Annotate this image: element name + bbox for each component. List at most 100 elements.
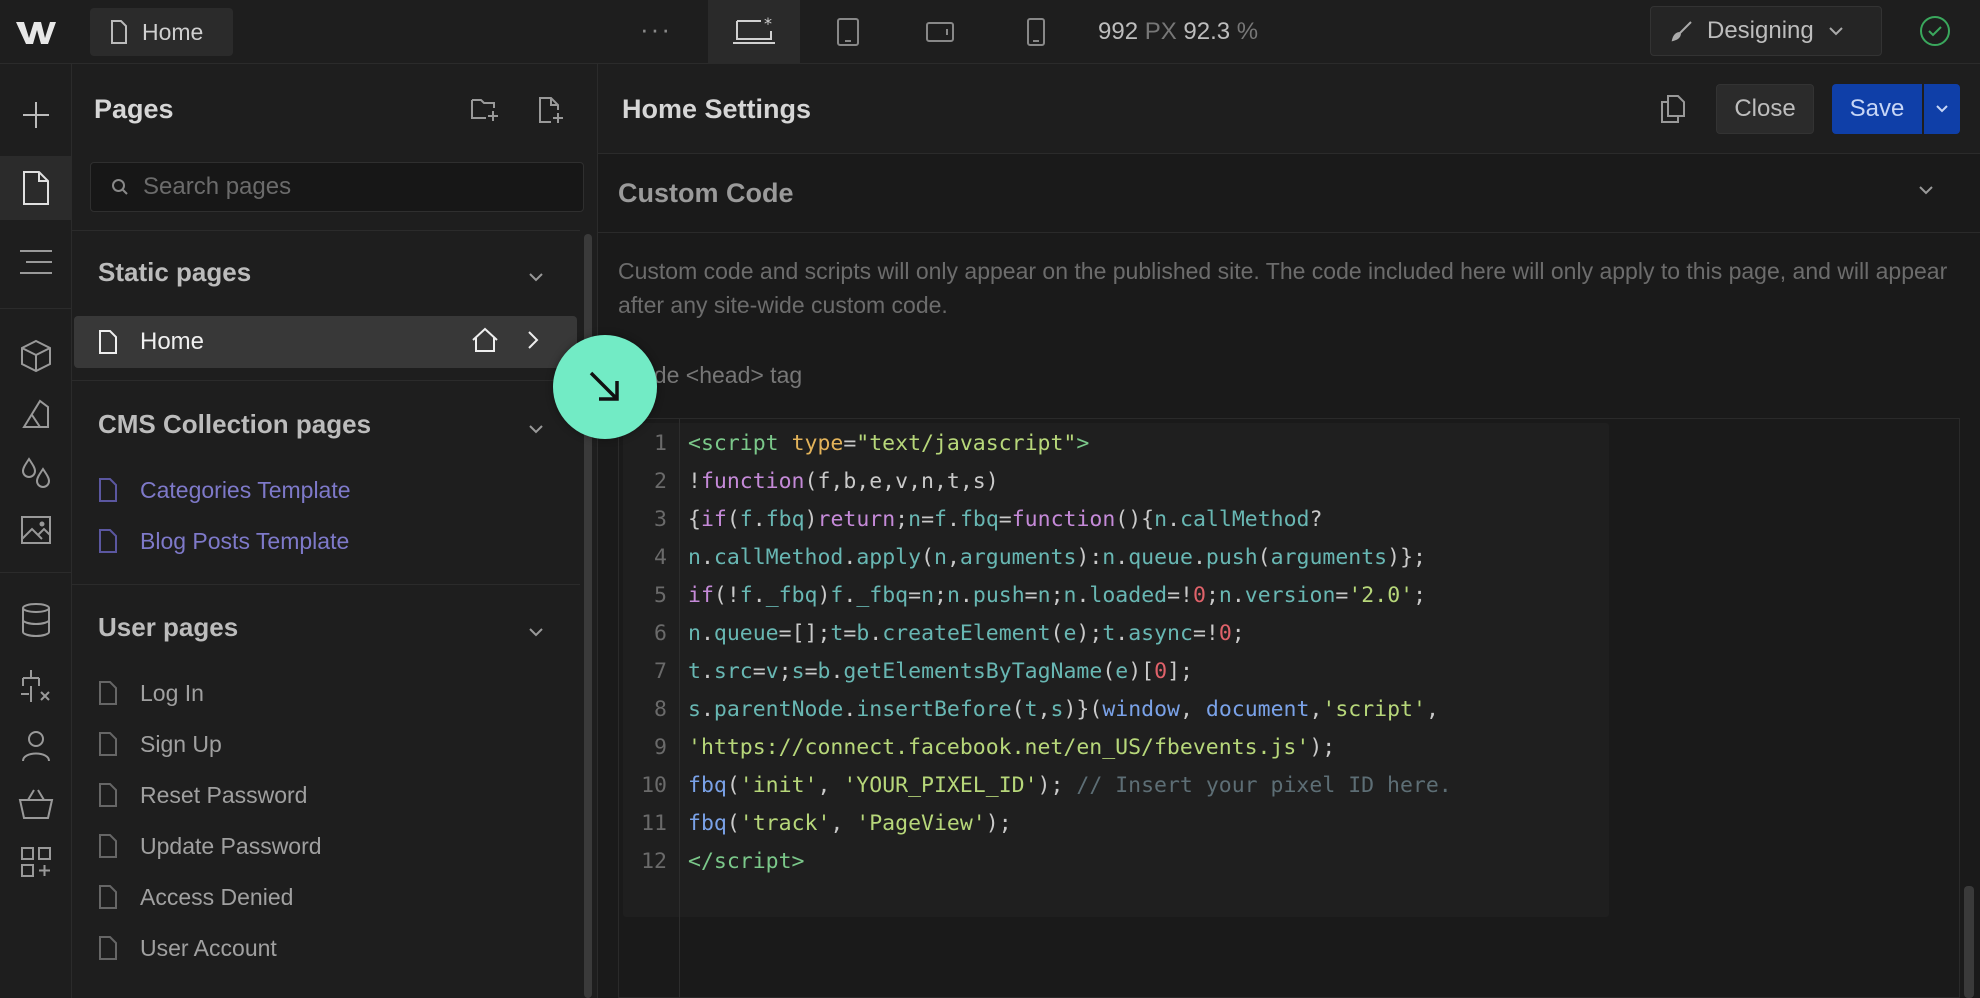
page-item-reset-password[interactable]: Reset Password — [98, 777, 307, 813]
page-icon — [99, 732, 117, 756]
code-line: 10 fbq('init', 'YOUR_PIXEL_ID'); // Inser… — [619, 767, 1619, 805]
svg-text:*: * — [764, 15, 772, 33]
users-button[interactable] — [0, 714, 72, 778]
code-line: 9 'https://connect.facebook.net/en_US/fbe… — [619, 729, 1619, 767]
page-item-sign-up[interactable]: Sign Up — [98, 726, 222, 762]
page-item-label: Reset Password — [140, 781, 308, 808]
panel-divider — [72, 584, 580, 585]
code-text: {if(f.fbq)return;n=f.fbq=function(){n.ca… — [688, 507, 1323, 532]
page-item-log-in[interactable]: Log In — [98, 675, 204, 711]
page-item-user-account[interactable]: User Account — [98, 930, 277, 966]
navigator-button[interactable] — [0, 230, 72, 294]
assets-button[interactable] — [0, 498, 72, 562]
page-item-label: Blog Posts Template — [140, 527, 350, 554]
head-code-editor[interactable]: 1 <script type="text/javascript"> 2 !functi… — [618, 418, 1960, 998]
breakpoint-tablet-button[interactable] — [820, 0, 876, 64]
code-line: 5 if(!f._fbq)f._fbq=n;n.push=n;n.loaded=!… — [619, 577, 1619, 615]
more-options-button[interactable]: ··· — [640, 14, 672, 45]
page-item-blog-posts-template[interactable]: Blog Posts Template — [98, 523, 349, 559]
chevron-right-icon[interactable] — [526, 329, 540, 358]
rail-divider — [0, 308, 72, 309]
components-button[interactable] — [0, 324, 72, 388]
logic-icon — [21, 670, 50, 702]
line-number: 8 — [654, 697, 667, 722]
settings-header: Home Settings Close Save — [598, 64, 1980, 154]
search-pages-field[interactable] — [90, 162, 584, 212]
cms-button[interactable] — [0, 588, 72, 652]
folder-plus-icon — [471, 99, 498, 121]
code-text: s.parentNode.insertBefore(t,s)}(window, … — [688, 697, 1439, 722]
create-page-button[interactable] — [538, 96, 564, 129]
page-item-access-denied[interactable]: Access Denied — [98, 879, 293, 915]
pages-panel-title: Pages — [94, 94, 174, 124]
save-button[interactable]: Save — [1832, 84, 1922, 134]
page-tab-label: Home — [142, 18, 204, 45]
ecommerce-button[interactable] — [0, 772, 72, 836]
custom-code-heading[interactable]: Custom Code — [618, 178, 794, 209]
webflow-logo-icon[interactable] — [14, 16, 58, 48]
breakpoint-desktop-button[interactable]: * — [708, 0, 800, 64]
page-icon — [99, 834, 117, 858]
page-item-label: Access Denied — [140, 883, 294, 910]
section-divider — [598, 232, 1980, 233]
publish-status-check-icon[interactable] — [1920, 16, 1950, 46]
code-text: n.callMethod.apply(n,arguments):n.queue.… — [688, 545, 1426, 570]
add-elements-button[interactable] — [0, 83, 72, 147]
close-button[interactable]: Close — [1716, 84, 1814, 134]
page-icon — [99, 783, 117, 807]
create-folder-button[interactable] — [470, 96, 500, 127]
duplicate-page-button[interactable] — [1660, 94, 1686, 129]
image-icon — [21, 516, 51, 544]
chevron-down-icon[interactable] — [1918, 182, 1934, 200]
navigator-icon — [20, 250, 52, 274]
line-number: 12 — [641, 849, 667, 874]
canvas-width-unit: PX — [1144, 18, 1177, 45]
user-pages-heading[interactable]: User pages — [98, 612, 238, 643]
code-text: n.queue=[];t=b.createElement(e);t.async=… — [688, 621, 1245, 646]
code-text: if(!f._fbq)f._fbq=n;n.push=n;n.loaded=!0… — [688, 583, 1427, 608]
line-number: 9 — [654, 735, 667, 760]
chevron-down-icon — [1936, 105, 1948, 113]
page-icon — [99, 478, 117, 502]
canvas-width-value: 992 — [1098, 18, 1139, 45]
canvas-size-readout[interactable]: 992 PX 92.3 % — [1098, 18, 1258, 46]
page-item-home[interactable]: Home — [74, 316, 577, 368]
pages-button[interactable] — [0, 156, 72, 220]
line-number: 3 — [654, 507, 667, 532]
variables-button[interactable] — [0, 440, 72, 504]
chevron-down-icon[interactable] — [528, 624, 544, 642]
save-options-button[interactable] — [1924, 84, 1960, 134]
line-number: 7 — [654, 659, 667, 684]
user-icon — [22, 731, 50, 762]
logic-button[interactable] — [0, 654, 72, 718]
brush-icon — [1671, 21, 1692, 42]
chevron-down-icon[interactable] — [528, 421, 544, 439]
code-text: !function(f,b,e,v,n,t,s) — [688, 469, 999, 494]
apps-button[interactable] — [0, 830, 72, 894]
style-selector-button[interactable] — [0, 382, 72, 446]
page-settings-panel: Home Settings Close Save Custom Code Cus… — [598, 64, 1980, 998]
breakpoint-mobile-portrait-button[interactable] — [1008, 0, 1064, 64]
cube-icon — [21, 339, 51, 373]
page-item-categories-template[interactable]: Categories Template — [98, 472, 351, 508]
cms-pages-heading[interactable]: CMS Collection pages — [98, 409, 371, 440]
duplicate-icon — [1661, 95, 1685, 123]
code-line: 7 t.src=v;s=b.getElementsByTagName(e)[0]; — [619, 653, 1619, 691]
search-pages-input[interactable] — [143, 173, 563, 201]
chevron-down-icon[interactable] — [528, 269, 544, 287]
rail-divider — [0, 572, 72, 573]
page-item-update-password[interactable]: Update Password — [98, 828, 322, 864]
plus-icon — [23, 102, 49, 128]
code-line: 3 {if(f.fbq)return;n=f.fbq=function(){n.c… — [619, 501, 1619, 539]
static-pages-heading[interactable]: Static pages — [98, 257, 251, 288]
breakpoint-mobile-landscape-button[interactable] — [912, 0, 968, 64]
zoom-value: 92.3 — [1183, 18, 1231, 45]
page-tab-home[interactable]: Home — [90, 8, 233, 56]
code-line: 2 !function(f,b,e,v,n,t,s) — [619, 463, 1619, 501]
code-text: 'https://connect.facebook.net/en_US/fbev… — [688, 735, 1336, 760]
page-plus-icon — [539, 97, 563, 123]
search-icon — [112, 179, 128, 195]
settings-scrollbar[interactable] — [1964, 886, 1974, 998]
code-line: 11 fbq('track', 'PageView'); — [619, 805, 1619, 843]
mode-selector[interactable]: Designing — [1650, 6, 1882, 56]
